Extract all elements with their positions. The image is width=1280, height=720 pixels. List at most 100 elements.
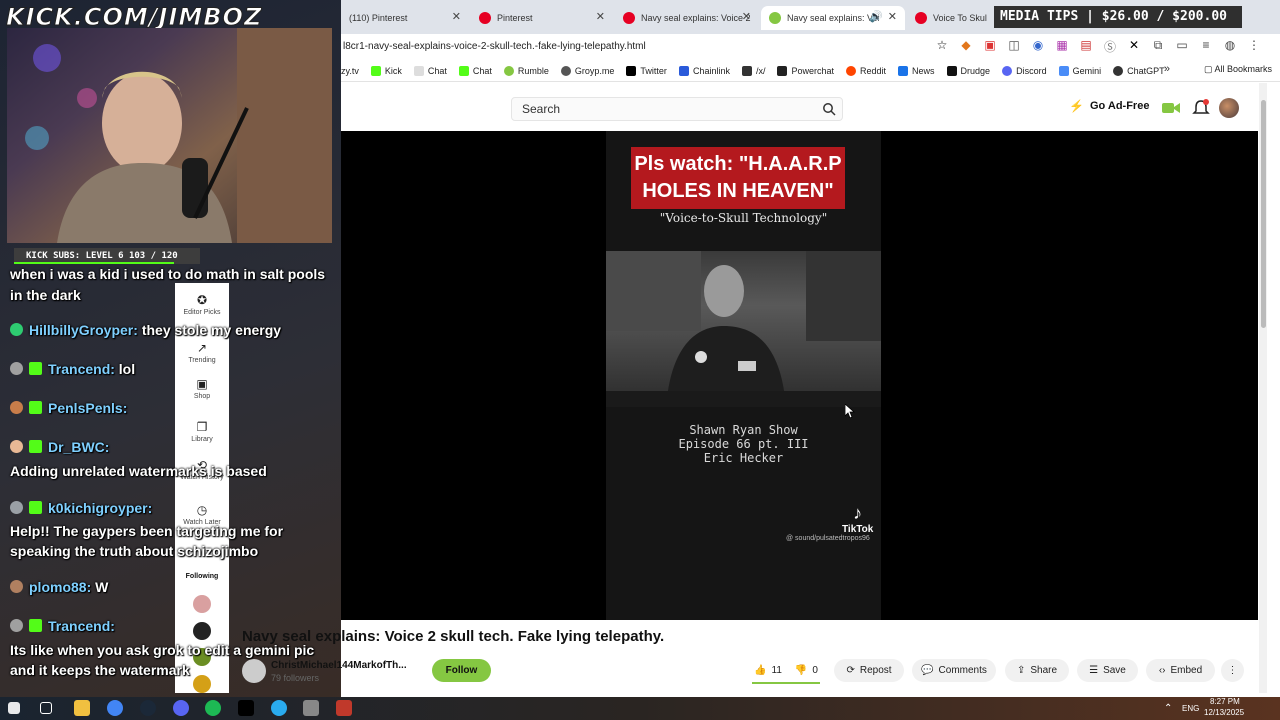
bookmark-drudge[interactable]: Drudge — [946, 65, 990, 76]
spotify-icon[interactable] — [205, 700, 221, 716]
file-explorer-icon[interactable] — [74, 700, 90, 716]
chrome-icon[interactable] — [107, 700, 123, 716]
video-subtitle-text: "Voice-to-Skull Technology" — [659, 211, 828, 225]
comments-button[interactable]: 💬 Comments — [912, 659, 996, 682]
nav-editor-picks[interactable]: ✪ Editor Picks — [175, 293, 229, 316]
pinterest-icon — [479, 12, 491, 24]
extension-icon[interactable]: ◫ — [1006, 38, 1022, 55]
tab-pinterest-110[interactable]: (110) Pinterest ✕ — [341, 6, 469, 30]
bookmark-rumble[interactable]: Rumble — [503, 65, 549, 76]
clock-date[interactable]: 12/13/2025 — [1204, 708, 1244, 717]
video-player[interactable]: Pls watch: "H.A.A.R.P HOLES IN HEAVEN" "… — [341, 131, 1258, 620]
clover-icon — [741, 65, 752, 76]
site-header: ⚡ Go Ad-Free — [341, 83, 1280, 131]
bookmark-chat[interactable]: Chat — [458, 65, 492, 76]
bookmark-news[interactable]: News — [898, 65, 935, 76]
repost-icon: ⟳ — [846, 665, 855, 676]
user-avatar[interactable] — [1219, 98, 1239, 118]
bookmark-chainlink[interactable]: Chainlink — [678, 65, 730, 76]
following-channel-avatar[interactable] — [193, 595, 211, 613]
app-icon[interactable] — [303, 700, 319, 716]
sub-badge-icon — [29, 619, 42, 632]
close-tab-icon[interactable]: ✕ — [888, 10, 897, 23]
language-indicator[interactable]: ENG — [1182, 704, 1199, 713]
nav-library[interactable]: ❐ Library — [175, 420, 229, 443]
go-ad-free-button[interactable]: ⚡ Go Ad-Free — [1069, 99, 1149, 113]
all-bookmarks-button[interactable]: ▢ All Bookmarks — [1204, 64, 1272, 75]
notifications-bell-icon[interactable] — [1191, 99, 1211, 117]
tab-label: Voice To Skull — [933, 13, 987, 23]
extension-icon[interactable]: ◉ — [1030, 38, 1046, 55]
tiktok-handle: @ sound/pulsatedtropos96 — [786, 535, 870, 542]
telegram-icon[interactable] — [271, 700, 287, 716]
tiktok-watermark: ♪ TikTok — [842, 503, 874, 535]
bookmark-item[interactable]: zy.tv — [341, 66, 359, 76]
puzzle-icon[interactable]: ⧉ — [1150, 38, 1166, 55]
thumbs-down-icon[interactable]: 👎 — [795, 665, 807, 676]
bookmark-powerchat[interactable]: Powerchat — [777, 65, 834, 76]
nav-shop[interactable]: ▣ Shop — [175, 377, 229, 400]
more-kebab-icon: ⋮ — [1227, 665, 1238, 676]
following-channel-avatar[interactable] — [193, 675, 211, 693]
powerchat-icon — [777, 65, 788, 76]
bookmark-twitter[interactable]: Twitter — [626, 65, 667, 76]
speaker-icon[interactable]: 🔊 — [869, 10, 883, 23]
nav-trending[interactable]: ↗ Trending — [175, 341, 229, 364]
tiktok-icon: ♪ — [853, 503, 863, 523]
extension-icon[interactable]: ▤ — [1078, 38, 1094, 55]
channel-name[interactable]: ChristMichael144MarkofTh... — [271, 660, 407, 671]
share-button[interactable]: ⇪ Share — [1005, 659, 1069, 682]
bookmark-chatgpt[interactable]: ChatGPT — [1113, 65, 1165, 76]
more-bookmarks-icon[interactable]: » — [1164, 63, 1170, 75]
channel-avatar[interactable] — [242, 659, 266, 683]
follow-button[interactable]: Follow — [432, 659, 491, 682]
bookmark-reddit[interactable]: Reddit — [846, 65, 886, 76]
following-channel-avatar[interactable] — [193, 622, 211, 640]
task-view-icon[interactable] — [40, 702, 52, 714]
bookmark-discord[interactable]: Discord — [1002, 65, 1047, 76]
chat-message: Adding unrelated watermarks is based — [10, 463, 267, 479]
scrollbar-thumb[interactable] — [1261, 100, 1266, 328]
bookmark-groyp[interactable]: Groyp.me — [560, 65, 614, 76]
terminal-icon[interactable] — [238, 700, 254, 716]
save-list-icon: ☰ — [1089, 665, 1099, 676]
thumbs-up-icon[interactable]: 👍 — [754, 665, 766, 676]
close-tab-icon[interactable]: ✕ — [452, 10, 461, 23]
search-icon[interactable] — [822, 102, 836, 116]
bookmark-gemini[interactable]: Gemini — [1058, 65, 1101, 76]
bookmark-kick[interactable]: Kick — [370, 65, 402, 76]
profile-icon[interactable]: ◍ — [1222, 38, 1238, 55]
menu-kebab-icon[interactable]: ⋮ — [1246, 38, 1262, 55]
save-button[interactable]: ☰ Save — [1077, 659, 1138, 682]
tab-navy-seal-active[interactable]: Navy seal explains: Voi 🔊 ✕ — [761, 6, 905, 30]
steam-icon[interactable] — [140, 700, 156, 716]
tab-voice-to-skull[interactable]: Voice To Skull — [907, 6, 987, 30]
bookmark-chat[interactable]: Chat — [413, 65, 447, 76]
extension-icon[interactable]: ▦ — [1054, 38, 1070, 55]
search-input[interactable] — [512, 98, 802, 120]
bookmark-star-icon[interactable]: ☆ — [934, 38, 950, 55]
tab-navy-seal-1[interactable]: Navy seal explains: Voice 2 ✕ — [615, 6, 759, 30]
extension-icon[interactable]: ▣ — [982, 38, 998, 55]
embed-button[interactable]: ‹› Embed — [1146, 659, 1215, 682]
tab-pinterest[interactable]: Pinterest ✕ — [471, 6, 613, 30]
x-icon[interactable]: ✕ — [1126, 38, 1142, 55]
obs-icon[interactable] — [336, 700, 352, 716]
media-icon[interactable]: ≡ — [1198, 38, 1214, 55]
url-text[interactable]: l8cr1-navy-seal-explains-voice-2-skull-t… — [341, 41, 646, 52]
discord-icon — [1002, 65, 1013, 76]
upload-video-icon[interactable] — [1161, 99, 1181, 117]
tray-chevron-icon[interactable]: ⌃ — [1164, 703, 1172, 714]
reddit-icon — [846, 65, 857, 76]
extension-icon[interactable]: Ⓢ — [1102, 38, 1118, 55]
repost-button[interactable]: ⟳ Repost — [834, 659, 904, 682]
more-options-button[interactable]: ⋮ — [1221, 659, 1244, 682]
close-tab-icon[interactable]: ✕ — [742, 10, 751, 23]
bookmark-x[interactable]: /x/ — [741, 65, 765, 76]
close-tab-icon[interactable]: ✕ — [596, 10, 605, 23]
discord-icon[interactable] — [173, 700, 189, 716]
sidebar-icon[interactable]: ▭ — [1174, 38, 1190, 55]
metamask-icon[interactable]: ◆ — [958, 38, 974, 55]
windows-start-icon[interactable] — [8, 702, 20, 714]
clock-time[interactable]: 8:27 PM — [1210, 697, 1240, 706]
